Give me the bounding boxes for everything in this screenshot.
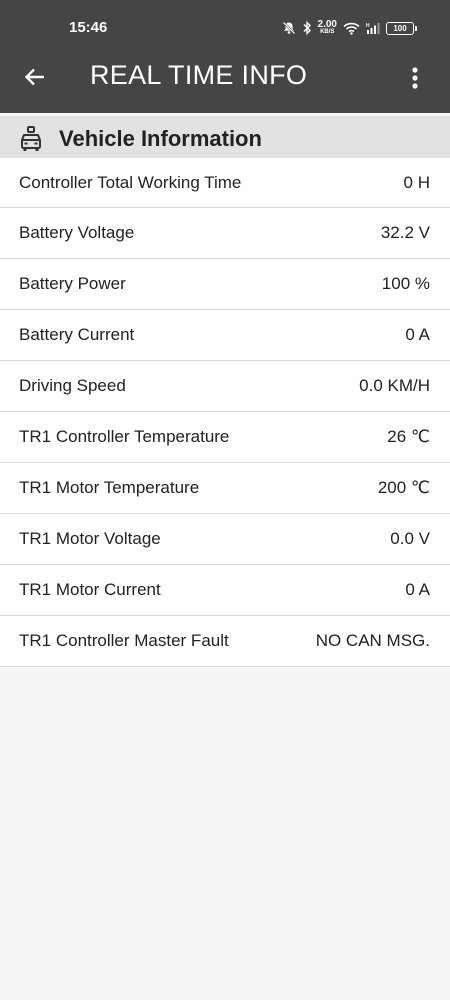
info-row: TR1 Motor Current 0 A	[0, 565, 450, 616]
row-value: 200 ℃	[377, 478, 430, 497]
more-options-button[interactable]	[400, 62, 430, 94]
svg-text:H: H	[366, 23, 370, 29]
signal-icon: H	[366, 22, 380, 35]
info-row: Battery Power 100 %	[0, 259, 450, 310]
back-button[interactable]	[18, 60, 52, 94]
info-row: TR1 Controller Temperature 26 ℃	[0, 412, 450, 463]
row-value: 0 H	[403, 172, 430, 192]
wifi-icon	[343, 22, 360, 35]
row-label: TR1 Motor Current	[19, 580, 161, 599]
status-time: 15:46	[69, 19, 108, 36]
row-value: NO CAN MSG.	[315, 631, 430, 650]
vehicle-icon	[21, 126, 45, 152]
status-icons: 2.00 KB/S H 100	[282, 18, 417, 38]
arrow-left-icon	[24, 68, 44, 86]
info-list: Controller Total Working Time 0 H Batter…	[0, 158, 450, 667]
more-vert-icon	[412, 67, 418, 89]
row-label: TR1 Controller Master Fault	[19, 631, 229, 650]
info-row: Battery Current 0 A	[0, 310, 450, 361]
row-value: 0.0 V	[390, 529, 430, 548]
row-label: TR1 Motor Temperature	[19, 478, 200, 497]
info-row: TR1 Motor Voltage 0.0 V	[0, 514, 450, 565]
net-speed-value: 2.00	[317, 18, 337, 30]
row-label: TR1 Motor Voltage	[19, 529, 161, 548]
info-row: TR1 Motor Temperature 200 ℃	[0, 463, 450, 514]
row-value: 0.0 KM/H	[359, 376, 430, 395]
net-speed-unit: KB/S	[320, 28, 335, 35]
row-label: Battery Power	[19, 274, 126, 293]
info-row: Driving Speed 0.0 KM/H	[0, 361, 450, 412]
row-value: 100 %	[381, 274, 430, 293]
mute-bell-icon	[282, 21, 296, 35]
row-value: 0 A	[405, 580, 430, 599]
row-label: TR1 Controller Temperature	[19, 427, 230, 446]
info-row: Controller Total Working Time 0 H	[0, 158, 450, 208]
row-label: Controller Total Working Time	[19, 172, 242, 192]
section-header: Vehicle Information	[0, 116, 450, 162]
row-value: 32.2 V	[380, 223, 430, 242]
app-bar: 15:46 2.00 KB/S H 100 REAL TIME INFO	[0, 0, 450, 113]
row-label: Battery Current	[19, 325, 135, 344]
net-speed: 2.00 KB/S	[317, 18, 337, 36]
row-value: 0 A	[405, 325, 430, 344]
page-title: REAL TIME INFO	[90, 60, 308, 90]
info-row: TR1 Controller Master Fault NO CAN MSG.	[0, 616, 450, 667]
row-value: 26 ℃	[387, 427, 430, 446]
row-label: Driving Speed	[19, 376, 126, 395]
battery-icon: 100	[386, 21, 417, 35]
bluetooth-icon	[302, 21, 312, 35]
section-title: Vehicle Information	[59, 126, 262, 151]
row-label: Battery Voltage	[19, 223, 135, 242]
info-row: Battery Voltage 32.2 V	[0, 208, 450, 259]
